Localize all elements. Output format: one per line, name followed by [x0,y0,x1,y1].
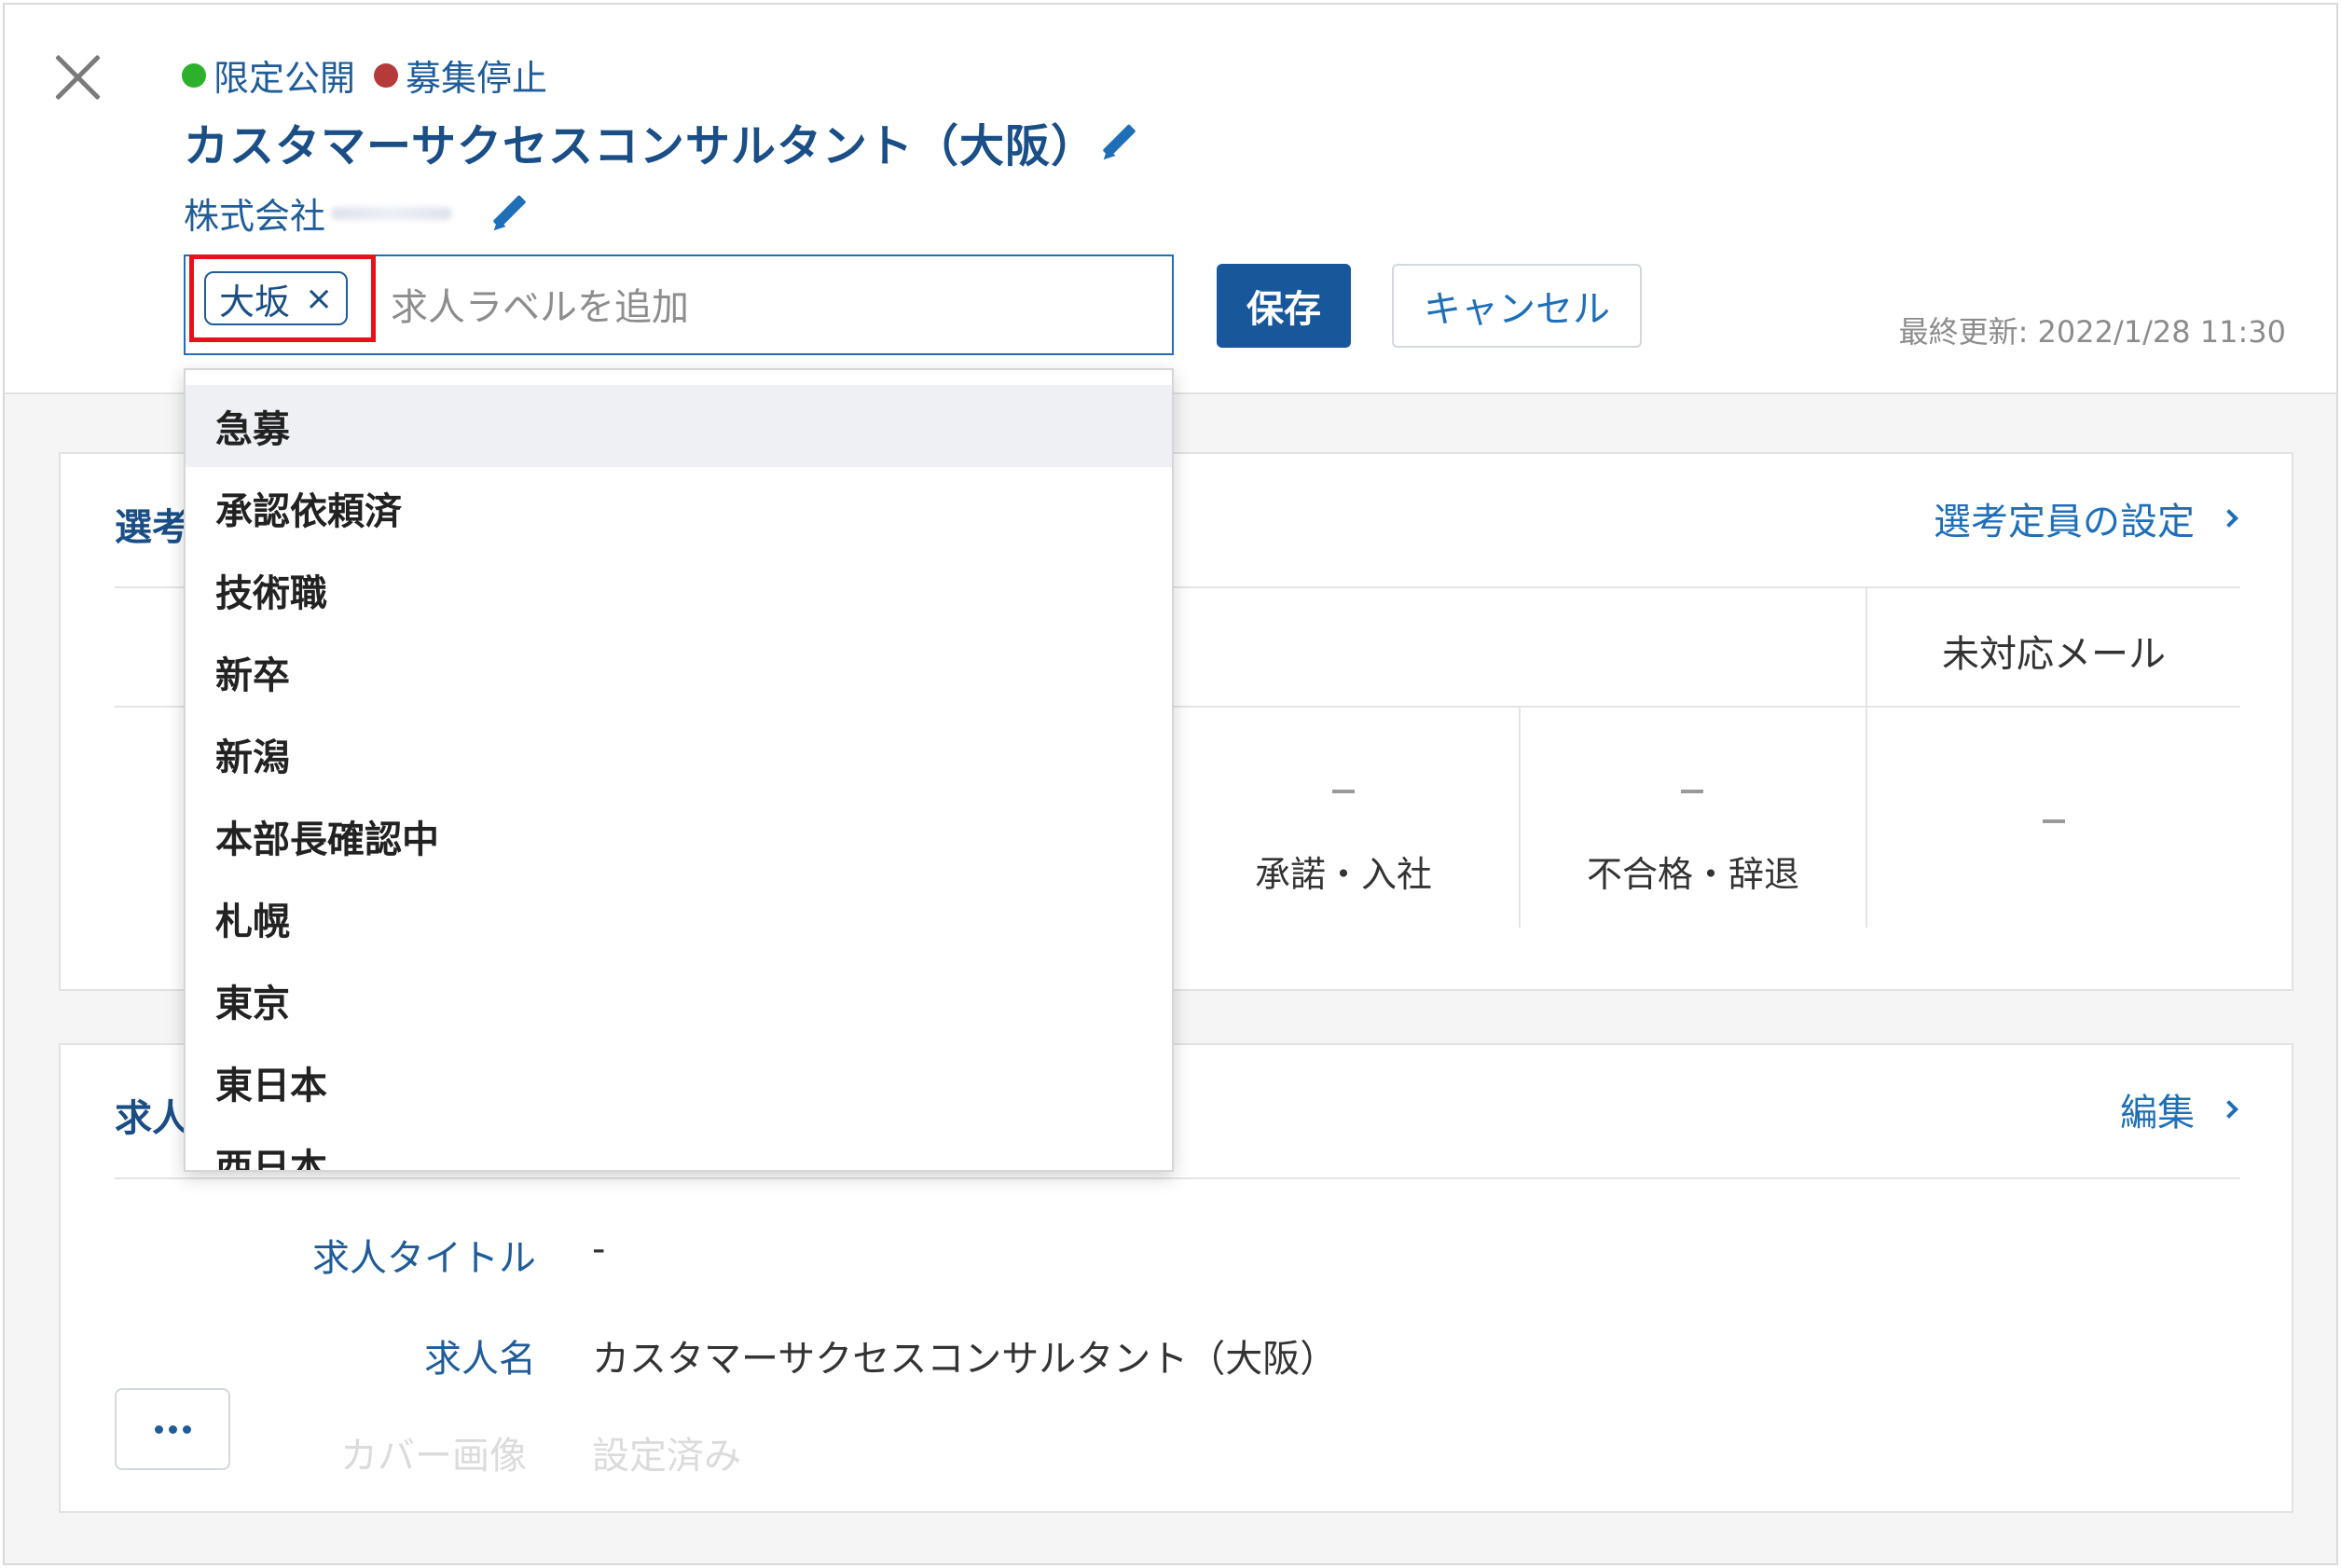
job-card-title: 求人 [115,1097,189,1140]
dropdown-item[interactable]: 急募 [186,385,1172,467]
edit-title-pencil-icon[interactable] [1097,120,1138,161]
divider [115,1177,2240,1179]
dropdown-item[interactable]: 新卒 [186,631,1172,713]
dropdown-item[interactable]: 西日本 [186,1123,1172,1170]
field-label-job-title: 求人タイトル [312,1237,536,1280]
dropdown-item[interactable]: 札幌 [186,877,1172,959]
status-stopped: 募集停止 [406,58,548,99]
dropdown-item[interactable]: 技術職 [186,549,1172,631]
company-name-text: 株式会社 [184,196,326,237]
last-updated: 最終更新: 2022/1/28 11:30 [1898,314,2286,350]
dropdown-item[interactable]: 新潟 [186,713,1172,795]
column-header-unhandled-mail: 未対応メール [1942,633,2166,676]
dot-icon [154,1424,163,1434]
selection-capacity-link[interactable]: 選考定員の設定 [1934,491,2238,545]
cancel-button[interactable]: キャンセル [1392,264,1642,348]
save-button[interactable]: 保存 [1217,264,1351,348]
divider [1866,586,1867,928]
label-suggestion-dropdown: 急募 承認依頼済 技術職 新卒 新潟 本部長確認中 札幌 東京 東日本 西日本 [184,368,1174,1172]
stat-value-rejected [1681,790,1703,793]
stat-value-unhandled [2043,819,2065,823]
edit-job-link-text[interactable]: 編集 [2120,1082,2195,1136]
chevron-right-icon [2220,1100,2238,1119]
dot-icon [182,1424,191,1434]
dropdown-item[interactable]: 東京 [186,959,1172,1041]
stat-label-accepted: 承諾・入社 [1254,854,1432,895]
redacted-text [331,206,453,220]
selection-card-title: 選考 [115,506,189,549]
chevron-right-icon [2220,509,2238,528]
field-value-job-name: カスタマーサクセスコンサルタント（大阪） [592,1338,1338,1381]
field-value-job-title: - [592,1228,606,1271]
dropdown-item[interactable]: 承認依頼済 [186,467,1172,549]
field-label-cover-image: カバー画像 [340,1435,527,1478]
edit-job-link[interactable]: 編集 [2120,1082,2238,1136]
field-label-job-name: 求人名 [424,1338,536,1381]
stat-value-accepted [1332,790,1355,793]
selection-capacity-link-text[interactable]: 選考定員の設定 [1934,491,2195,545]
status-green-dot-icon [182,62,206,88]
page-title: カスタマーサクセスコンサルタント（大阪） [184,120,1097,172]
status-red-dot-icon [374,62,399,88]
header: 限定公開 募集停止 カスタマーサクセスコンサルタント（大阪） 株式会社 大坂 ×… [5,5,2336,394]
more-options-button[interactable] [115,1388,230,1470]
close-icon[interactable] [51,51,103,103]
stat-label-rejected: 不合格・辞退 [1586,854,1799,895]
label-input-placeholder[interactable]: 求人ラベルを追加 [391,277,689,331]
dropdown-item[interactable]: 東日本 [186,1041,1172,1123]
edit-company-pencil-icon[interactable] [488,191,529,232]
status-public: 限定公開 [213,58,356,99]
dropdown-item[interactable]: 本部長確認中 [186,795,1172,877]
dot-icon [168,1424,177,1434]
company-name: 株式会社 [184,187,453,239]
field-value-cover-image: 設定済み [592,1435,741,1478]
annotation-highlight [189,254,376,342]
job-detail-panel: 限定公開 募集停止 カスタマーサクセスコンサルタント（大阪） 株式会社 大坂 ×… [3,3,2338,1565]
status-row: 限定公開 募集停止 [182,49,547,101]
